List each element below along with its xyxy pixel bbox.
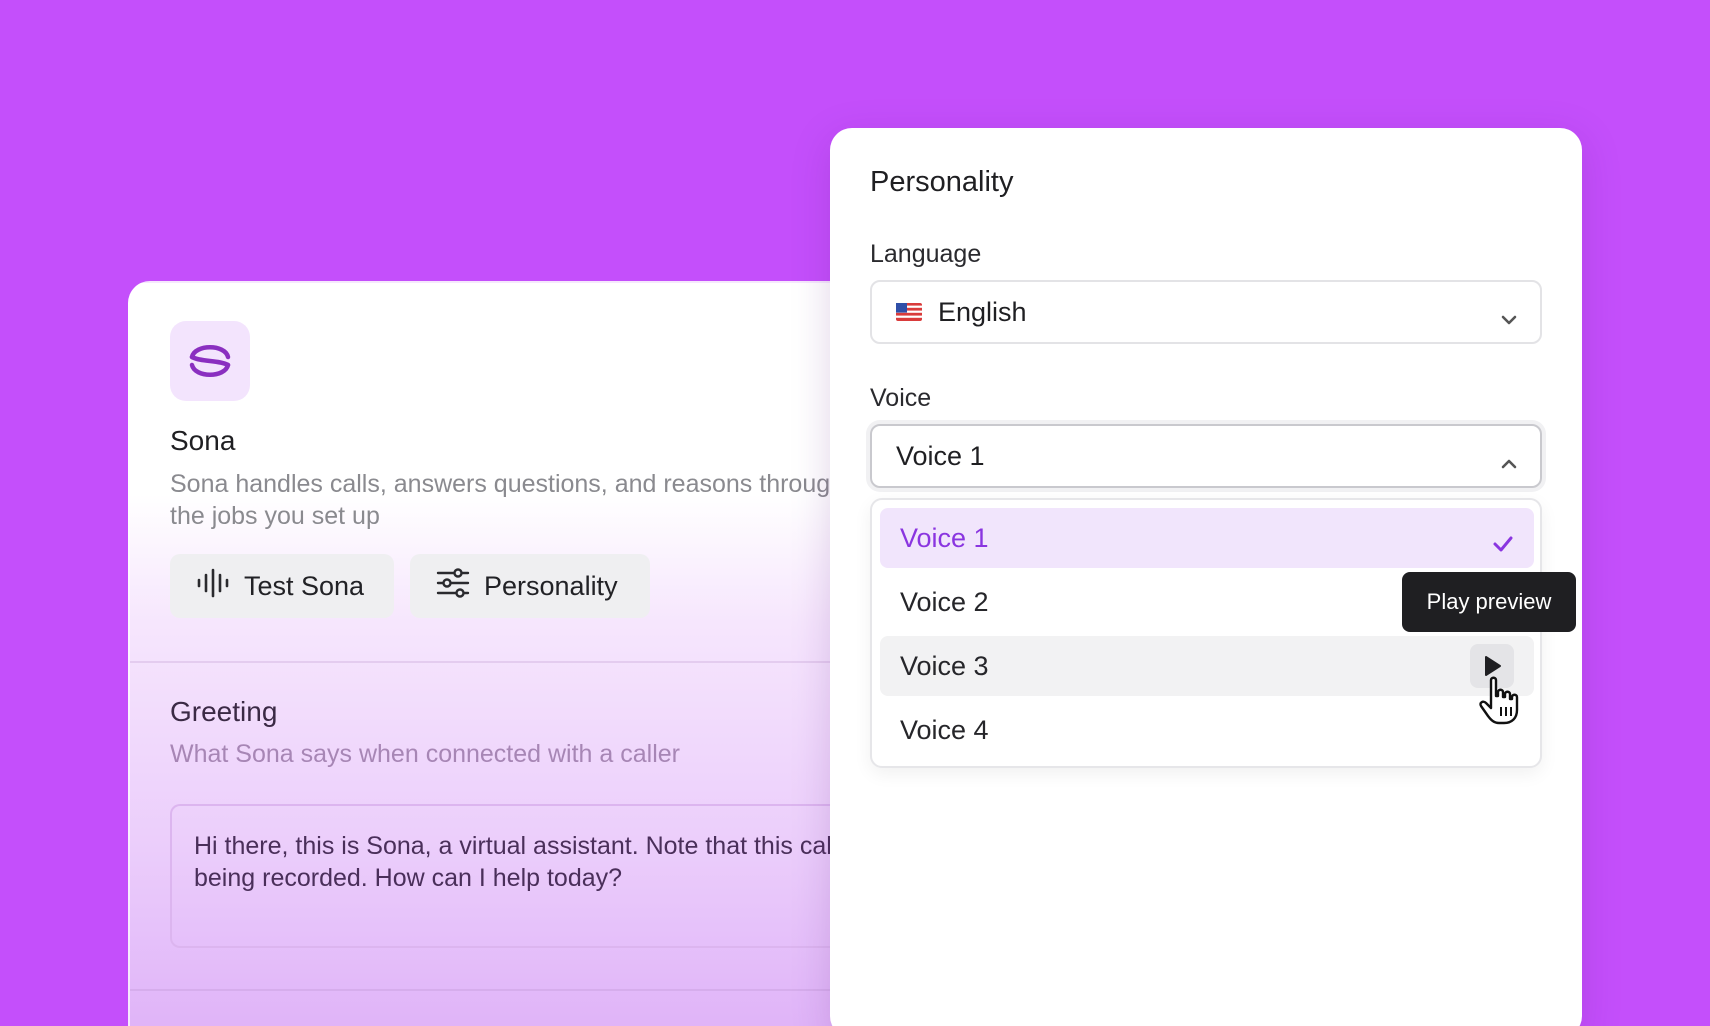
language-select[interactable]: English (870, 280, 1542, 344)
voice-dropdown: Voice 1 Voice 2 Voice 3 Voice 4 (870, 498, 1542, 768)
agent-name: Sona (170, 425, 236, 456)
chevron-down-icon (1500, 304, 1518, 335)
sona-logo-icon (170, 321, 250, 401)
voice-option[interactable]: Voice 1 (880, 508, 1534, 568)
play-preview-tooltip: Play preview (1402, 572, 1576, 632)
test-sona-button[interactable]: Test Sona (170, 554, 394, 618)
sliders-icon (436, 567, 470, 605)
chevron-up-icon (1500, 448, 1518, 479)
personality-label: Personality (484, 570, 618, 601)
voice-value: Voice 1 (896, 440, 985, 471)
voice-option-label: Voice 3 (900, 650, 989, 681)
greeting-title: Greeting (170, 696, 278, 727)
hand-cursor-icon (1477, 676, 1521, 731)
greeting-subtitle: What Sona says when connected with a cal… (170, 740, 680, 768)
divider (130, 989, 886, 991)
divider (130, 661, 886, 663)
greeting-textarea[interactable]: Hi there, this is Sona, a virtual assist… (170, 804, 886, 948)
voice-option-label: Voice 2 (900, 586, 989, 617)
voice-option[interactable]: Voice 3 (880, 636, 1534, 696)
agent-description: Sona handles calls, answers questions, a… (170, 470, 845, 530)
check-icon (1492, 529, 1514, 560)
play-icon (1485, 656, 1501, 676)
us-flag-icon (896, 303, 922, 321)
agent-card: Sona Sona handles calls, answers questio… (128, 281, 888, 1026)
language-value: English (938, 296, 1027, 327)
waveform-icon (196, 568, 230, 605)
voice-option-label: Voice 1 (900, 522, 989, 553)
personality-button[interactable]: Personality (410, 554, 650, 618)
panel-title: Personality (870, 166, 1014, 198)
voice-label: Voice (870, 384, 932, 412)
language-label: Language (870, 240, 982, 268)
voice-select[interactable]: Voice 1 (870, 424, 1542, 488)
test-sona-label: Test Sona (244, 570, 365, 601)
voice-option-label: Voice 4 (900, 714, 989, 745)
voice-option[interactable]: Voice 4 (880, 700, 1534, 760)
